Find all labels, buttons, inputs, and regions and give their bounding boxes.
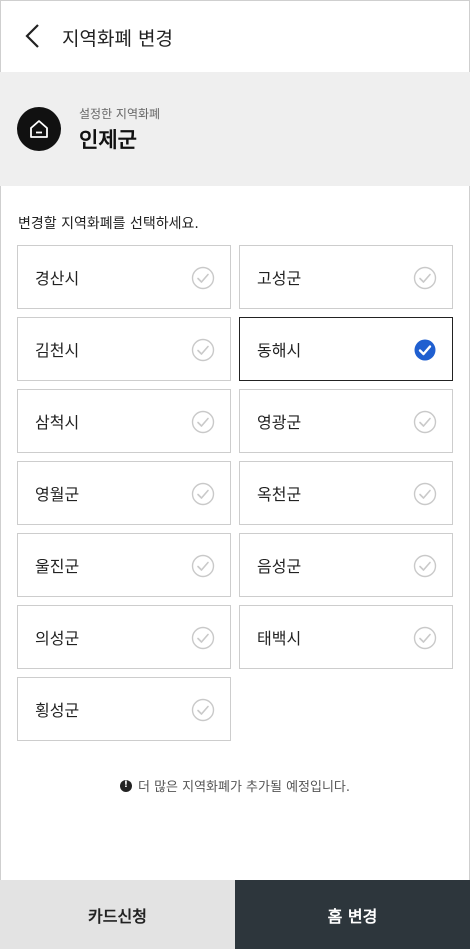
currency-option-label: 음성군 — [257, 557, 302, 576]
currency-option-label: 태백시 — [257, 629, 302, 648]
currency-option-label: 영광군 — [257, 413, 302, 432]
currency-option-label: 횡성군 — [35, 701, 80, 720]
notice: ! 더 많은 지역화폐가 추가될 예정입니다. — [0, 776, 470, 795]
currency-option-label: 고성군 — [257, 269, 302, 288]
currency-option-label: 옥천군 — [257, 485, 302, 504]
currency-option[interactable]: 영월군 — [17, 461, 231, 525]
check-circle-icon — [191, 266, 215, 290]
change-home-button[interactable]: 홈 변경 — [235, 880, 470, 949]
currency-option-label: 삼척시 — [35, 413, 80, 432]
check-circle-filled-icon — [414, 339, 436, 361]
header: 지역화폐 변경 — [0, 0, 470, 72]
currency-option[interactable]: 경산시 — [17, 245, 231, 309]
currency-option[interactable]: 김천시 — [17, 317, 231, 381]
check-circle-icon — [191, 554, 215, 578]
check-circle-icon — [413, 266, 437, 290]
currency-option-label: 영월군 — [35, 485, 80, 504]
home-icon-badge — [17, 107, 61, 151]
check-circle-icon — [191, 410, 215, 434]
currency-option[interactable]: 태백시 — [239, 605, 453, 669]
instruction-text: 변경할 지역화폐를 선택하세요. — [18, 216, 199, 232]
check-circle-icon — [191, 338, 215, 362]
currency-option[interactable]: 울진군 — [17, 533, 231, 597]
current-currency-sublabel: 설정한 지역화폐 — [79, 107, 161, 121]
currency-option[interactable]: 의성군 — [17, 605, 231, 669]
current-currency-panel — [0, 72, 470, 186]
back-button[interactable] — [18, 22, 46, 50]
check-circle-icon — [191, 698, 215, 722]
currency-option-label: 울진군 — [35, 557, 80, 576]
currency-option[interactable]: 삼척시 — [17, 389, 231, 453]
currency-option[interactable]: 횡성군 — [17, 677, 231, 741]
currency-option-label: 김천시 — [35, 341, 80, 360]
currency-option-label: 동해시 — [257, 341, 302, 360]
currency-option[interactable]: 고성군 — [239, 245, 453, 309]
check-circle-icon — [413, 482, 437, 506]
info-icon: ! — [119, 779, 132, 792]
currency-option[interactable]: 동해시 — [239, 317, 453, 381]
check-circle-icon — [413, 626, 437, 650]
check-circle-icon — [191, 626, 215, 650]
chevron-left-icon — [25, 24, 39, 48]
home-icon — [30, 120, 48, 138]
currency-option[interactable]: 옥천군 — [239, 461, 453, 525]
currency-option-label: 경산시 — [35, 269, 80, 288]
currency-option[interactable]: 음성군 — [239, 533, 453, 597]
check-circle-icon — [413, 410, 437, 434]
current-currency-name: 인제군 — [79, 128, 137, 152]
page-title: 지역화폐 변경 — [62, 28, 173, 50]
card-apply-button[interactable]: 카드신청 — [0, 880, 235, 949]
check-circle-icon — [413, 554, 437, 578]
notice-text: 더 많은 지역화폐가 추가될 예정입니다. — [137, 780, 351, 795]
currency-option[interactable]: 영광군 — [239, 389, 453, 453]
check-circle-icon — [191, 482, 215, 506]
currency-option-label: 의성군 — [35, 629, 80, 648]
